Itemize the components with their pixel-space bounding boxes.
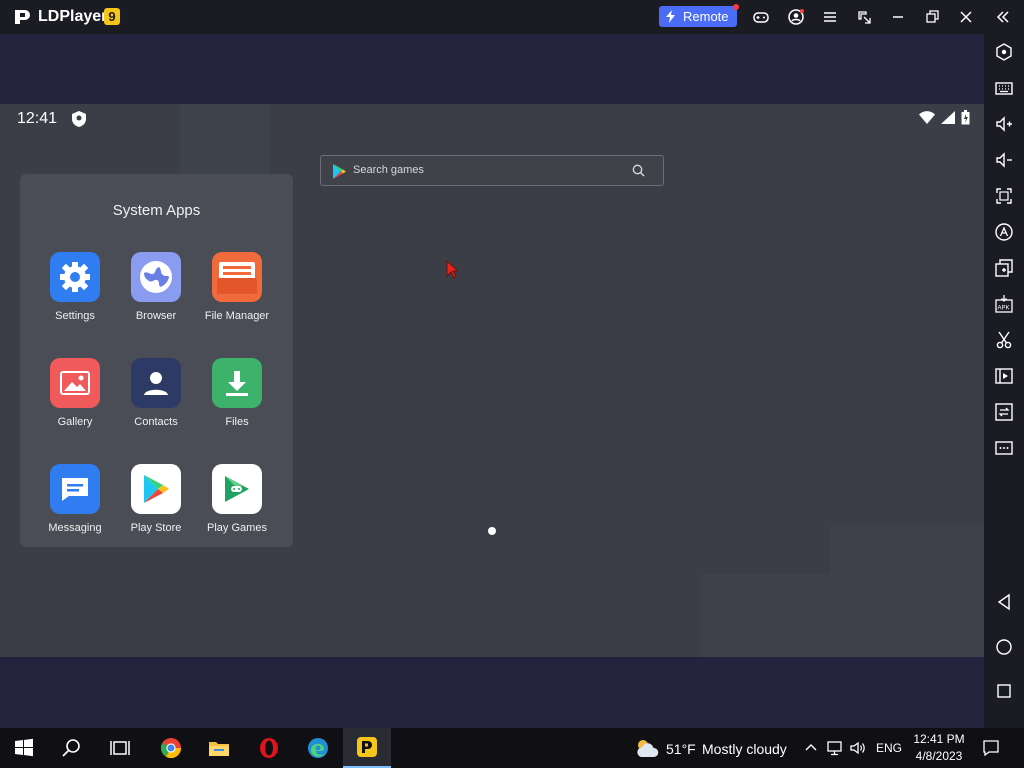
home-icon[interactable] (994, 637, 1014, 657)
search-bar[interactable]: Search games (320, 155, 664, 186)
folder-icon (212, 252, 262, 302)
search-taskbar-icon[interactable] (48, 728, 96, 768)
scissors-icon[interactable] (994, 330, 1014, 350)
battery-icon (961, 110, 970, 125)
chevron-up-icon[interactable] (802, 739, 820, 757)
app-label: Files (225, 416, 249, 428)
shrink-window-icon[interactable] (855, 8, 873, 26)
edge-icon[interactable] (294, 728, 342, 768)
settings-hexagon-icon[interactable] (994, 42, 1014, 62)
app-label: Gallery (57, 416, 93, 428)
recents-icon[interactable] (994, 681, 1014, 701)
menu-icon[interactable] (821, 8, 839, 26)
language-indicator[interactable]: ENG (876, 741, 902, 755)
speaker-icon[interactable] (849, 739, 867, 757)
app-settings[interactable]: Settings (35, 252, 115, 322)
status-icons (919, 110, 970, 125)
mouse-cursor-icon (446, 260, 458, 279)
file-explorer-icon[interactable] (195, 728, 243, 768)
page-indicator (488, 527, 496, 535)
signal-icon (941, 111, 955, 124)
android-screen: 12:41 Search games System Apps Settings … (0, 104, 984, 657)
svg-text:APK: APK (998, 306, 1010, 312)
macro-a-icon[interactable] (994, 222, 1014, 242)
app-label: File Manager (204, 310, 270, 322)
app-label: Contacts (134, 416, 178, 428)
emulator-frame-top (0, 34, 984, 104)
notification-dot (733, 4, 739, 10)
app-contacts[interactable]: Contacts (116, 358, 196, 428)
app-play-games[interactable]: Play Games (197, 464, 277, 534)
app-messaging[interactable]: Messaging (35, 464, 115, 534)
app-file-manager[interactable]: File Manager (197, 252, 277, 322)
cloudy-weather-icon (637, 740, 659, 757)
lightning-icon (666, 10, 675, 23)
folder-title: System Apps (112, 202, 201, 219)
ldplayer-taskbar-icon[interactable] (343, 728, 391, 768)
emulator-frame-bottom (0, 657, 984, 728)
app-label: Play Store (130, 522, 182, 534)
video-record-icon[interactable] (994, 366, 1014, 386)
search-icon[interactable] (632, 164, 645, 177)
more-options-icon[interactable] (994, 438, 1014, 458)
background-shape (180, 104, 270, 174)
opera-icon[interactable] (245, 728, 293, 768)
app-label: Play Games (207, 522, 267, 534)
volume-up-icon[interactable] (994, 114, 1014, 134)
ldplayer-logo-icon (15, 10, 30, 24)
keyboard-icon[interactable] (994, 78, 1014, 98)
collapse-sidebar-icon[interactable] (994, 8, 1012, 26)
gamepad-icon[interactable] (752, 8, 770, 26)
play-store-icon (131, 464, 181, 514)
globe-icon (131, 252, 181, 302)
weather-description[interactable]: Mostly cloudy (702, 741, 787, 757)
close-icon[interactable] (957, 8, 975, 26)
title-bar: LDPlayer 9 Remote (0, 0, 1024, 34)
task-view-icon[interactable] (96, 728, 144, 768)
app-files[interactable]: Files (197, 358, 277, 428)
windows-start-icon[interactable] (0, 728, 48, 768)
person-icon (131, 358, 181, 408)
remote-button-label: Remote (683, 9, 729, 24)
google-play-icon (333, 164, 346, 179)
network-icon[interactable] (826, 739, 844, 757)
app-title: LDPlayer (38, 8, 108, 25)
fullscreen-icon[interactable] (994, 186, 1014, 206)
image-icon (50, 358, 100, 408)
wifi-icon (919, 111, 935, 124)
multi-instance-icon[interactable] (994, 258, 1014, 278)
system-apps-folder: System Apps Settings Browser File Manage… (20, 174, 293, 547)
weather-temperature[interactable]: 51°F (666, 741, 696, 757)
windows-taskbar: 51°F Mostly cloudy ENG 12:41 PM 4/8/2023 (0, 728, 1024, 768)
play-games-icon (212, 464, 262, 514)
taskbar-date[interactable]: 4/8/2023 (905, 749, 973, 763)
app-label: Messaging (48, 522, 102, 534)
sync-operations-icon[interactable] (994, 402, 1014, 422)
apk-install-icon[interactable]: APK (994, 294, 1014, 314)
app-label: Browser (135, 310, 177, 322)
emulator-sidebar: APK (984, 34, 1024, 728)
app-gallery[interactable]: Gallery (35, 358, 115, 428)
app-play-store[interactable]: Play Store (116, 464, 196, 534)
account-icon[interactable] (787, 8, 805, 26)
search-input[interactable]: Search games (353, 164, 424, 176)
chrome-icon[interactable] (147, 728, 195, 768)
minimize-icon[interactable] (889, 8, 907, 26)
background-shape (830, 524, 984, 657)
chat-icon (50, 464, 100, 514)
app-browser[interactable]: Browser (116, 252, 196, 322)
gear-icon (50, 252, 100, 302)
taskbar-clock[interactable]: 12:41 PM (905, 732, 973, 746)
version-badge: 9 (104, 8, 120, 25)
background-shape (700, 574, 830, 657)
remote-button[interactable]: Remote (659, 4, 739, 27)
volume-down-icon[interactable] (994, 150, 1014, 170)
download-icon (212, 358, 262, 408)
status-clock: 12:41 (17, 110, 58, 127)
notifications-icon[interactable] (982, 739, 1000, 757)
back-icon[interactable] (994, 592, 1014, 612)
shield-icon (72, 111, 86, 127)
app-label: Settings (55, 310, 95, 322)
restore-icon[interactable] (923, 8, 941, 26)
